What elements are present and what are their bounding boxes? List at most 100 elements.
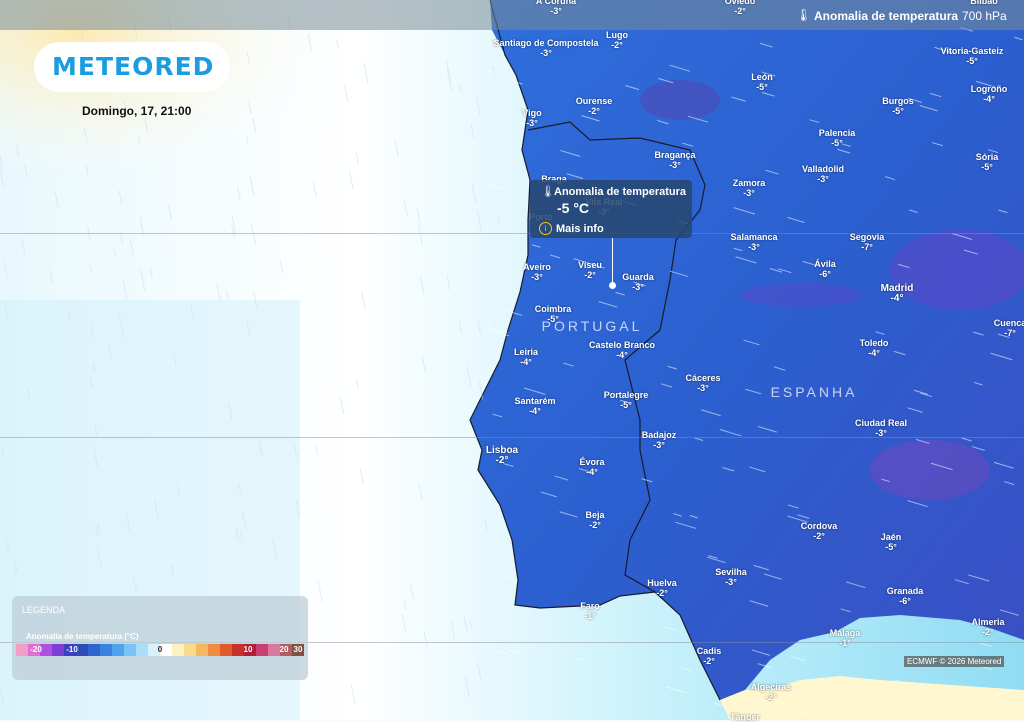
city-temperature-anomaly: -2° xyxy=(725,6,756,16)
city-temperature-anomaly: -5° xyxy=(604,400,649,410)
city-temperature-anomaly: -5° xyxy=(881,542,902,552)
legend-swatch xyxy=(100,644,112,656)
city-name: Bragança xyxy=(654,150,695,160)
city-label[interactable]: Vitoria-Gasteiz-5° xyxy=(941,46,1004,66)
city-name: Santarém xyxy=(514,396,555,406)
city-label[interactable]: Salamanca-3° xyxy=(730,232,777,252)
city-label[interactable]: Cadis-2° xyxy=(697,646,722,666)
info-popup[interactable]: 🌡 Anomalia de temperatura -5 °C i Mais i… xyxy=(530,180,692,238)
city-temperature-anomaly: -4° xyxy=(971,94,1008,104)
city-label[interactable]: Huelva-2° xyxy=(647,578,677,598)
city-label[interactable]: Oviedo-2° xyxy=(725,0,756,16)
city-label[interactable]: Viseu-2° xyxy=(578,260,602,280)
city-label[interactable]: Madrid-4° xyxy=(881,284,914,304)
city-label[interactable]: Lisboa-2° xyxy=(486,446,518,466)
city-label[interactable]: Portalegre-5° xyxy=(604,390,649,410)
city-temperature-anomaly: -6° xyxy=(814,269,836,279)
city-label[interactable]: Jaén-5° xyxy=(881,532,902,552)
city-label[interactable]: Cuenca-7° xyxy=(994,318,1024,338)
city-label[interactable]: Évora-4° xyxy=(579,457,604,477)
city-label[interactable]: Logroño-4° xyxy=(971,84,1008,104)
city-temperature-anomaly: -4° xyxy=(514,406,555,416)
city-name: Logroño xyxy=(971,84,1008,94)
city-label[interactable]: Burgos-5° xyxy=(882,96,914,116)
city-name: Salamanca xyxy=(730,232,777,242)
city-label[interactable]: Santarém-4° xyxy=(514,396,555,416)
legend-tick: 0 xyxy=(158,645,162,654)
city-name: Sevilha xyxy=(715,567,747,577)
city-name: Toledo xyxy=(860,338,889,348)
popup-pointer xyxy=(612,238,613,284)
city-label[interactable]: Ávila-6° xyxy=(814,259,836,279)
legend-swatch xyxy=(52,644,64,656)
city-temperature-anomaly: -3° xyxy=(685,383,720,393)
city-temperature-anomaly: -2° xyxy=(647,588,677,598)
city-temperature-anomaly: -3° xyxy=(536,6,576,16)
info-icon[interactable]: i xyxy=(539,222,552,235)
legend-swatch xyxy=(208,644,220,656)
city-label[interactable]: Beja-2° xyxy=(585,510,604,530)
city-label[interactable]: Cáceres-3° xyxy=(685,373,720,393)
city-label[interactable]: Badajoz-3° xyxy=(642,430,677,450)
city-label[interactable]: Vigo-3° xyxy=(522,108,541,128)
legend-swatch xyxy=(136,644,148,656)
city-name: Tânger xyxy=(730,712,760,722)
iberia-land xyxy=(470,0,1024,700)
city-temperature-anomaly: -5° xyxy=(819,138,856,148)
layer-title[interactable]: Anomalia de temperatura xyxy=(814,9,958,23)
city-name: Castelo Branco xyxy=(589,340,655,350)
city-label[interactable]: A Coruña-3° xyxy=(536,0,576,16)
city-label[interactable]: Aveiro-3° xyxy=(523,262,551,282)
city-name: Cuenca xyxy=(994,318,1024,328)
city-temperature-anomaly: -2° xyxy=(751,692,792,702)
city-name: Cáceres xyxy=(685,373,720,383)
city-name: Málaga xyxy=(830,628,861,638)
selected-point-marker[interactable] xyxy=(609,282,616,289)
city-temperature-anomaly: -2° xyxy=(486,456,518,466)
city-label[interactable]: Málaga-1° xyxy=(830,628,861,648)
city-temperature-anomaly: -3° xyxy=(622,282,654,292)
city-temperature-anomaly: -4° xyxy=(860,348,889,358)
legend-panel[interactable]: LEGENDA Anomalia de temperatura (°C) -20… xyxy=(12,596,308,680)
meteored-logo[interactable]: METEORED xyxy=(52,52,214,81)
city-label[interactable]: Guarda-3° xyxy=(622,272,654,292)
city-label[interactable]: Ourense-2° xyxy=(576,96,613,116)
city-label[interactable]: Valladolid-3° xyxy=(802,164,844,184)
city-label[interactable]: Palencia-5° xyxy=(819,128,856,148)
legend-tick: -10 xyxy=(66,645,78,654)
city-label[interactable]: Santiago de Compostela-3° xyxy=(493,38,598,58)
legend-tick: 20 xyxy=(280,645,289,654)
city-temperature-anomaly: -3° xyxy=(493,48,598,58)
city-label[interactable]: Toledo-4° xyxy=(860,338,889,358)
city-label[interactable]: Sória-5° xyxy=(976,152,999,172)
city-temperature-anomaly: -2° xyxy=(801,531,838,541)
pressure-level[interactable]: 700 hPa xyxy=(962,9,1007,23)
city-label[interactable]: Zamora-3° xyxy=(733,178,766,198)
city-name: Huelva xyxy=(647,578,677,588)
city-label[interactable]: Almeria-2° xyxy=(971,617,1004,637)
legend-swatch xyxy=(196,644,208,656)
city-label[interactable]: Tânger xyxy=(730,712,760,722)
legend-swatch xyxy=(88,644,100,656)
city-label[interactable]: Faro-1° xyxy=(580,601,600,621)
city-label[interactable]: Segovia-7° xyxy=(850,232,885,252)
city-name: Vigo xyxy=(522,108,541,118)
city-label[interactable]: Granada-6° xyxy=(887,586,924,606)
city-label[interactable]: Lugo-2° xyxy=(606,30,628,50)
city-temperature-anomaly: -1° xyxy=(580,611,600,621)
city-label[interactable]: Cordova-2° xyxy=(801,521,838,541)
more-info-link[interactable]: Mais info xyxy=(556,223,604,235)
city-name: Algeciras xyxy=(751,682,792,692)
forecast-datetime: Domingo, 17, 21:00 xyxy=(82,104,191,118)
city-temperature-anomaly: -3° xyxy=(654,160,695,170)
city-label[interactable]: Algeciras-2° xyxy=(751,682,792,702)
city-label[interactable]: León-5° xyxy=(751,72,773,92)
city-label[interactable]: Sevilha-3° xyxy=(715,567,747,587)
city-temperature-anomaly: -3° xyxy=(642,440,677,450)
city-label[interactable]: Bragança-3° xyxy=(654,150,695,170)
city-label[interactable]: Bilbao xyxy=(970,0,998,6)
city-name: Lugo xyxy=(606,30,628,40)
city-label[interactable]: Leiria-4° xyxy=(514,347,538,367)
city-label[interactable]: Castelo Branco-4° xyxy=(589,340,655,360)
city-label[interactable]: Ciudad Real-3° xyxy=(855,418,907,438)
